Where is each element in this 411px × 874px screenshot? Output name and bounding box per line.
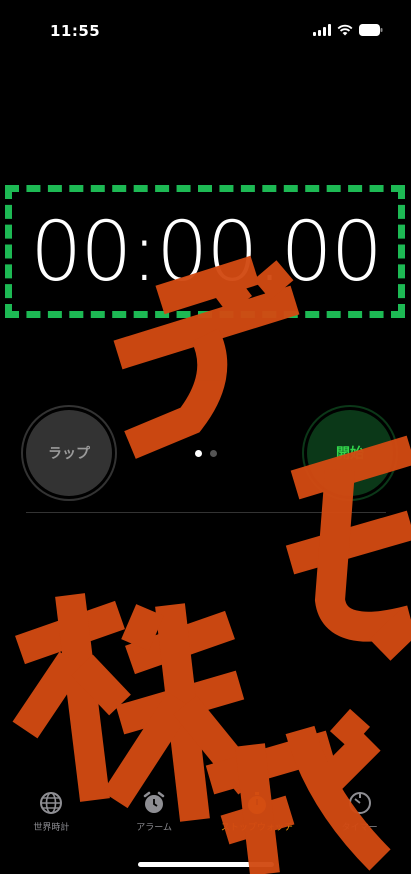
tab-label: ストップウォッチ bbox=[220, 823, 293, 833]
tab-bar: 世界時計 アラーム ストップウォッチ タイマー bbox=[0, 790, 411, 850]
page-dot-1 bbox=[195, 450, 202, 457]
tab-label: 世界時計 bbox=[33, 823, 70, 833]
status-icons bbox=[313, 24, 383, 36]
tab-label: タイマー bbox=[341, 823, 378, 833]
lap-button-label: ラップ bbox=[48, 446, 90, 462]
tab-world-clock[interactable]: 世界時計 bbox=[6, 790, 96, 850]
page-dot-2 bbox=[210, 450, 217, 457]
start-button-label: 開始 bbox=[336, 446, 364, 462]
tab-stopwatch[interactable]: ストップウォッチ bbox=[212, 790, 302, 850]
stopwatch-icon bbox=[247, 792, 266, 814]
tab-alarm[interactable]: アラーム bbox=[109, 790, 199, 850]
status-time: 11:55 bbox=[50, 22, 101, 40]
highlight-frame bbox=[5, 185, 405, 318]
tab-timer[interactable]: タイマー bbox=[315, 790, 405, 850]
wifi-icon bbox=[337, 24, 353, 36]
globe-icon bbox=[40, 792, 63, 814]
stopwatch-screen: 11:55 00:00.00 ラップ 開始 世界時計 アラーム ストップウォッチ… bbox=[0, 0, 411, 874]
laps-divider bbox=[26, 512, 386, 513]
status-bar: 11:55 bbox=[0, 0, 411, 60]
tab-label: アラーム bbox=[136, 823, 172, 833]
timer-icon bbox=[348, 792, 371, 814]
page-indicator[interactable] bbox=[195, 450, 217, 457]
cellular-signal-icon bbox=[313, 24, 331, 36]
alarm-clock-icon bbox=[143, 791, 165, 813]
start-button[interactable]: 開始 bbox=[307, 410, 393, 496]
lap-button[interactable]: ラップ bbox=[26, 410, 112, 496]
home-indicator[interactable] bbox=[138, 862, 274, 867]
battery-icon bbox=[359, 24, 383, 36]
